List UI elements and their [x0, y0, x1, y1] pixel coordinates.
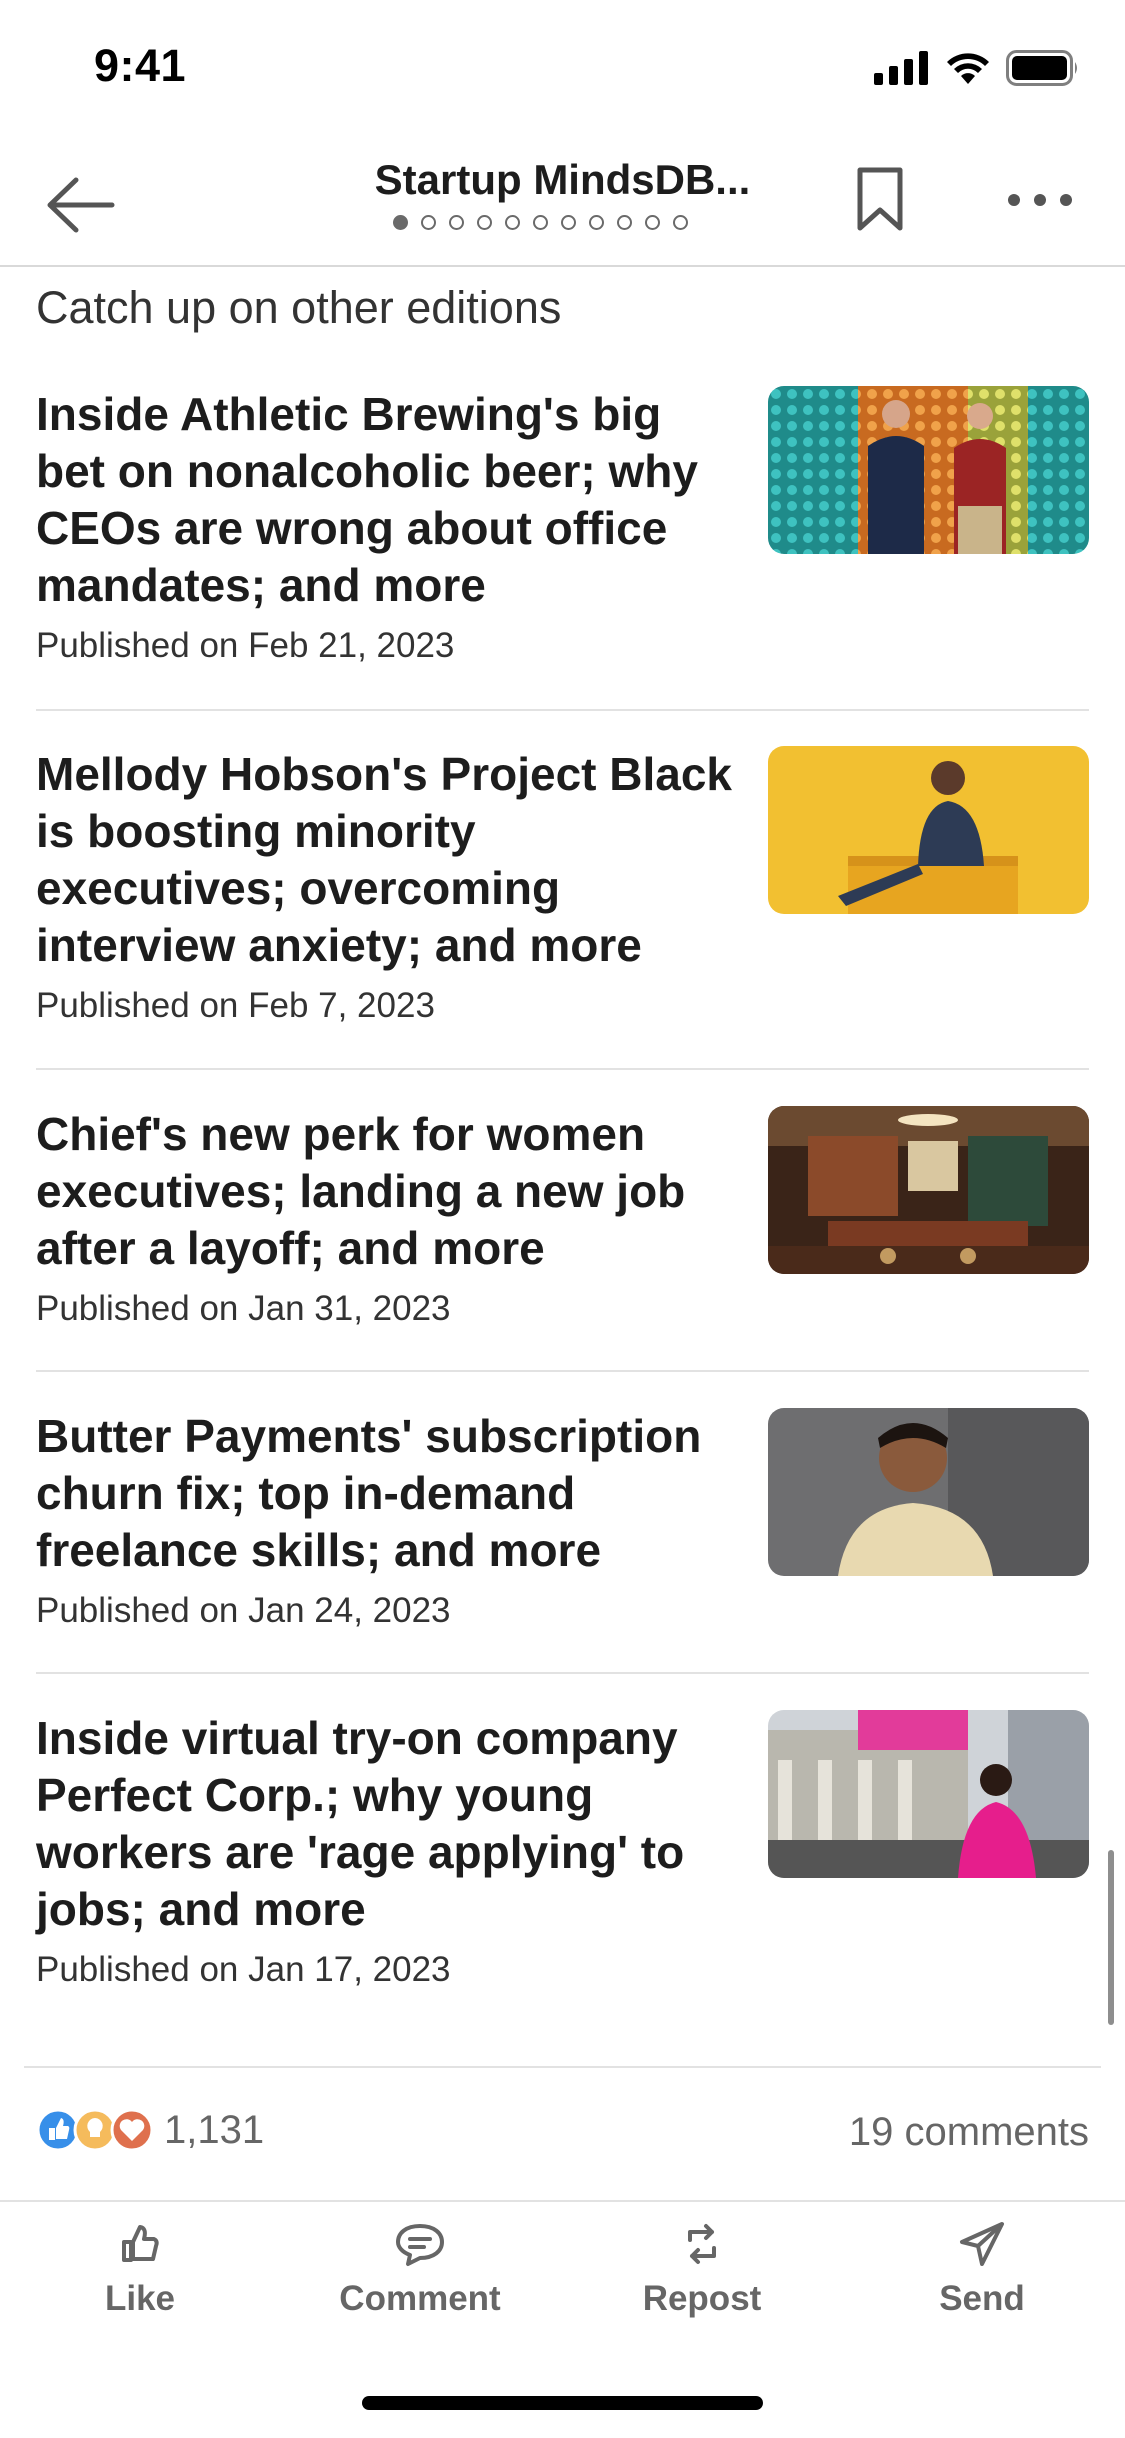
item-title[interactable]: Chief's new perk for women executives; l…	[36, 1106, 736, 1277]
page-dot[interactable]	[477, 215, 492, 230]
page-dot-active[interactable]	[393, 215, 408, 230]
item-thumbnail[interactable]	[768, 1408, 1089, 1576]
item-title[interactable]: Butter Payments' subscription churn fix;…	[36, 1408, 736, 1579]
divider	[36, 1068, 1089, 1070]
more-icon	[1008, 194, 1072, 206]
wifi-icon	[947, 53, 989, 84]
status-icons	[874, 50, 1080, 86]
divider	[36, 709, 1089, 711]
reaction-count[interactable]: 1,131	[164, 2108, 264, 2153]
item-date: Published on Jan 17, 2023	[36, 1950, 451, 1989]
list-item[interactable]: Inside virtual try-on company Perfect Co…	[36, 1710, 1089, 2010]
like-label: Like	[104, 2279, 176, 2318]
send-label: Send	[939, 2279, 1025, 2318]
page-dot[interactable]	[505, 215, 520, 230]
comment-label: Comment	[339, 2279, 501, 2318]
page-dot[interactable]	[673, 215, 688, 230]
page-dot[interactable]	[421, 215, 436, 230]
page-dot[interactable]	[533, 215, 548, 230]
item-title[interactable]: Inside Athletic Brewing's big bet on non…	[36, 386, 736, 614]
comment-button[interactable]: Comment	[310, 2220, 530, 2319]
page-dot[interactable]	[645, 215, 660, 230]
divider	[24, 2066, 1101, 2068]
item-date: Published on Jan 31, 2023	[36, 1289, 451, 1328]
send-button[interactable]: Send	[872, 2220, 1092, 2319]
item-date: Published on Jan 24, 2023	[36, 1591, 451, 1630]
section-title: Catch up on other editions	[36, 282, 562, 333]
bookmark-button[interactable]	[850, 164, 910, 234]
item-thumbnail[interactable]	[768, 386, 1089, 554]
item-date: Published on Feb 21, 2023	[36, 626, 455, 665]
comment-icon	[396, 2224, 444, 2266]
signal-icon	[874, 51, 928, 85]
list-item[interactable]: Inside Athletic Brewing's big bet on non…	[36, 386, 1089, 686]
home-indicator[interactable]	[362, 2396, 763, 2410]
back-button[interactable]	[42, 170, 122, 240]
repost-button[interactable]: Repost	[592, 2220, 812, 2319]
item-thumbnail[interactable]	[768, 1106, 1089, 1274]
scrollbar[interactable]	[1108, 1850, 1114, 2025]
more-options-button[interactable]	[1005, 190, 1075, 210]
repost-icon	[688, 2224, 716, 2264]
like-icon	[122, 2225, 159, 2262]
divider	[36, 1672, 1089, 1674]
page-dot[interactable]	[449, 215, 464, 230]
page-dot[interactable]	[617, 215, 632, 230]
page-dot[interactable]	[589, 215, 604, 230]
status-time: 9:41	[94, 40, 187, 91]
comments-count[interactable]: 19 comments	[849, 2110, 1089, 2155]
reaction-icons	[36, 2108, 154, 2152]
page-indicator[interactable]	[393, 215, 688, 230]
back-arrow-icon	[47, 177, 115, 233]
list-item[interactable]: Mellody Hobson's Project Black is boosti…	[36, 746, 1089, 1046]
article-header: Startup MindsDB...	[0, 130, 1125, 267]
repost-label: Repost	[642, 2279, 762, 2318]
battery-icon	[1006, 50, 1077, 86]
item-title[interactable]: Mellody Hobson's Project Black is boosti…	[36, 746, 736, 974]
item-date: Published on Feb 7, 2023	[36, 986, 435, 1025]
page-dot[interactable]	[561, 215, 576, 230]
list-item[interactable]: Chief's new perk for women executives; l…	[36, 1106, 1089, 1346]
divider	[36, 1370, 1089, 1372]
list-item[interactable]: Butter Payments' subscription churn fix;…	[36, 1408, 1089, 1648]
header-title[interactable]: Startup MindsDB...	[300, 156, 825, 204]
item-thumbnail[interactable]	[768, 746, 1089, 914]
like-button[interactable]: Like	[30, 2220, 250, 2319]
item-thumbnail[interactable]	[768, 1710, 1089, 1878]
bookmark-icon	[857, 167, 903, 231]
send-icon	[960, 2222, 1004, 2266]
item-title[interactable]: Inside virtual try-on company Perfect Co…	[36, 1710, 736, 1938]
reactions-summary[interactable]: 1,131	[36, 2106, 264, 2154]
